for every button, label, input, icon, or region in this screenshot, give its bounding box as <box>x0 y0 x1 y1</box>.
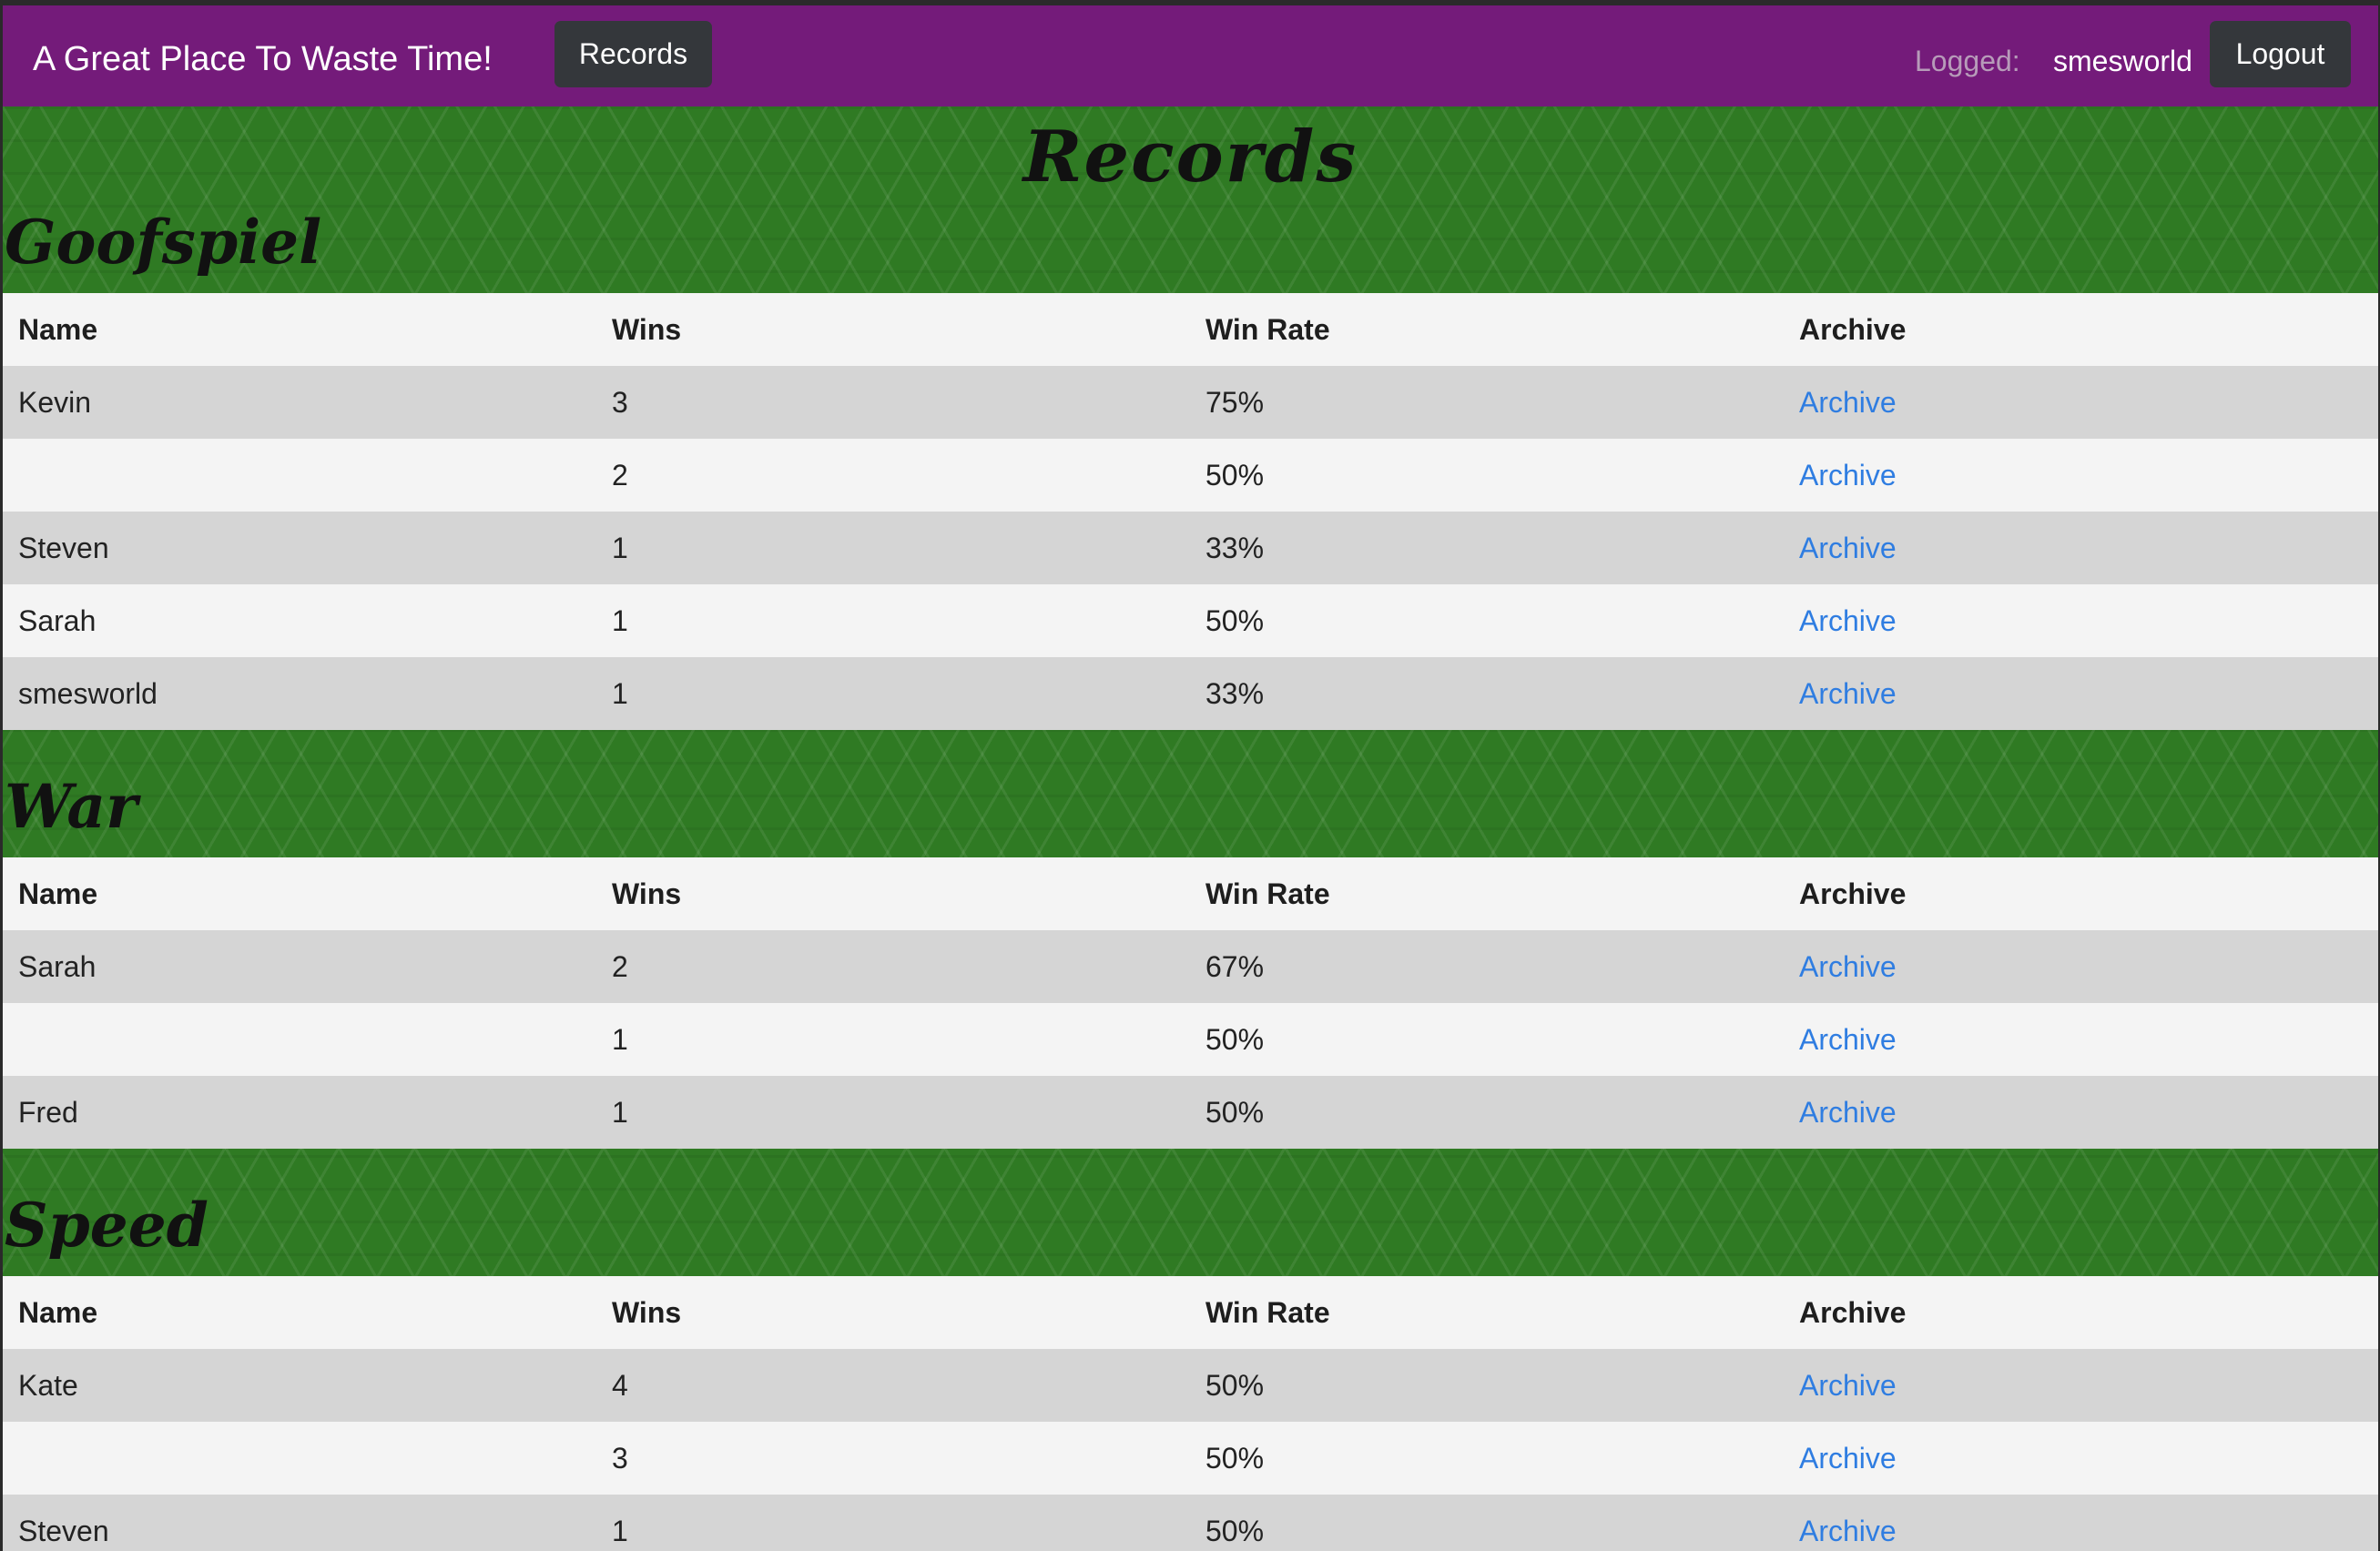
column-header-wins: Wins <box>612 1296 682 1329</box>
table-row: Steven 1 33% Archive <box>3 512 2378 584</box>
table-header-row: Name Wins Win Rate Archive <box>3 857 2378 930</box>
logged-in-username: smesworld <box>2053 45 2192 77</box>
player-wins: 3 <box>612 1442 628 1475</box>
archive-link[interactable]: Archive <box>1799 1369 1897 1402</box>
table-row: smesworld 1 33% Archive <box>3 657 2378 730</box>
archive-link[interactable]: Archive <box>1799 532 1897 564</box>
player-name: Steven <box>18 532 109 564</box>
column-header-name: Name <box>18 313 98 346</box>
player-name: Sarah <box>18 604 97 637</box>
archive-link[interactable]: Archive <box>1799 677 1897 710</box>
table-row: Sarah 1 50% Archive <box>3 584 2378 657</box>
player-win-rate: 50% <box>1205 1023 1265 1056</box>
column-header-archive: Archive <box>1799 313 1907 346</box>
column-header-name: Name <box>18 877 98 910</box>
table-row: 1 50% Archive <box>3 1003 2378 1076</box>
player-wins: 1 <box>612 1515 628 1547</box>
speed-records-table: Name Wins Win Rate Archive Kate 4 50% Ar… <box>3 1276 2378 1551</box>
site-brand[interactable]: A Great Place To Waste Time! <box>33 36 493 82</box>
logout-button[interactable]: Logout <box>2210 21 2351 87</box>
page-title: Records <box>1022 116 1358 198</box>
table-header-row: Name Wins Win Rate Archive <box>3 1276 2378 1349</box>
player-win-rate: 50% <box>1205 604 1265 637</box>
table-row: 2 50% Archive <box>3 439 2378 512</box>
column-header-name: Name <box>18 1296 98 1329</box>
column-header-wins: Wins <box>612 313 682 346</box>
player-wins: 4 <box>612 1369 628 1402</box>
player-win-rate: 50% <box>1205 1442 1265 1475</box>
table-header-row: Name Wins Win Rate Archive <box>3 293 2378 366</box>
table-row: Sarah 2 67% Archive <box>3 930 2378 1003</box>
player-name: Fred <box>18 1096 78 1129</box>
logged-in-label: Logged: <box>1915 45 2020 77</box>
browser-viewport: A Great Place To Waste Time! Records Log… <box>3 5 2378 1551</box>
player-name: Kate <box>18 1369 78 1402</box>
column-header-win-rate: Win Rate <box>1205 877 1330 910</box>
player-wins: 1 <box>612 1023 628 1056</box>
player-wins: 1 <box>612 677 628 710</box>
player-name: Steven <box>18 1515 109 1547</box>
player-win-rate: 75% <box>1205 386 1265 419</box>
table-row: 3 50% Archive <box>3 1422 2378 1495</box>
player-win-rate: 33% <box>1205 677 1265 710</box>
player-win-rate: 33% <box>1205 532 1265 564</box>
player-win-rate: 67% <box>1205 950 1265 983</box>
player-win-rate: 50% <box>1205 1096 1265 1129</box>
player-wins: 2 <box>612 950 628 983</box>
archive-link[interactable]: Archive <box>1799 1515 1897 1547</box>
player-name: Sarah <box>18 950 97 983</box>
player-win-rate: 50% <box>1205 1515 1265 1547</box>
player-wins: 3 <box>612 386 628 419</box>
player-win-rate: 50% <box>1205 1369 1265 1402</box>
archive-link[interactable]: Archive <box>1799 459 1897 492</box>
archive-link[interactable]: Archive <box>1799 1096 1897 1129</box>
table-row: Kate 4 50% Archive <box>3 1349 2378 1422</box>
player-wins: 1 <box>612 532 628 564</box>
player-win-rate: 50% <box>1205 459 1265 492</box>
player-wins: 2 <box>612 459 628 492</box>
section-title-goofspiel: Goofspiel <box>5 207 322 278</box>
records-nav-button[interactable]: Records <box>554 21 712 87</box>
table-row: Kevin 3 75% Archive <box>3 366 2378 439</box>
column-header-win-rate: Win Rate <box>1205 1296 1330 1329</box>
archive-link[interactable]: Archive <box>1799 950 1897 983</box>
player-name: Kevin <box>18 386 92 419</box>
player-wins: 1 <box>612 604 628 637</box>
archive-link[interactable]: Archive <box>1799 1442 1897 1475</box>
table-row: Steven 1 50% Archive <box>3 1495 2378 1551</box>
section-title-speed: Speed <box>5 1190 209 1261</box>
section-title-war: War <box>5 771 137 842</box>
archive-link[interactable]: Archive <box>1799 386 1897 419</box>
war-records-table: Name Wins Win Rate Archive Sarah 2 67% A… <box>3 857 2378 1149</box>
top-navbar: A Great Place To Waste Time! Records Log… <box>3 5 2378 106</box>
archive-link[interactable]: Archive <box>1799 1023 1897 1056</box>
goofspiel-records-table: Name Wins Win Rate Archive Kevin 3 75% A… <box>3 293 2378 730</box>
player-name: smesworld <box>18 677 158 710</box>
column-header-archive: Archive <box>1799 1296 1907 1329</box>
player-wins: 1 <box>612 1096 628 1129</box>
table-row: Fred 1 50% Archive <box>3 1076 2378 1149</box>
column-header-win-rate: Win Rate <box>1205 313 1330 346</box>
column-header-archive: Archive <box>1799 877 1907 910</box>
archive-link[interactable]: Archive <box>1799 604 1897 637</box>
column-header-wins: Wins <box>612 877 682 910</box>
